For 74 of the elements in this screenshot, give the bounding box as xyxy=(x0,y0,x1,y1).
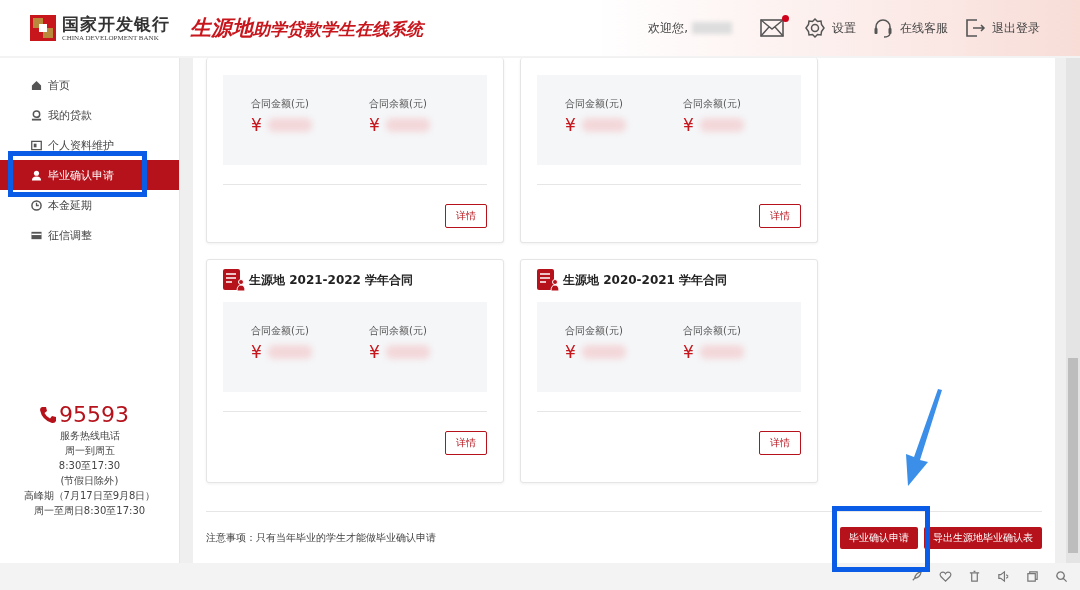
balance-label: 合同余额(元) xyxy=(683,324,742,338)
detail-button[interactable]: 详情 xyxy=(445,431,487,455)
detail-button[interactable]: 详情 xyxy=(759,204,801,228)
trash-icon[interactable] xyxy=(968,570,981,583)
hotline-info: 服务热线电话 xyxy=(59,430,120,442)
clock-icon xyxy=(31,199,42,211)
home-icon xyxy=(31,79,42,91)
heart-icon[interactable] xyxy=(939,570,952,583)
hotline-info: 8:30至17:30 xyxy=(58,460,121,472)
contract-icon xyxy=(537,269,561,291)
hotline-info: 周一到周五 xyxy=(64,445,115,457)
hotline-info: (节假日除外) xyxy=(60,475,119,487)
amount-label: 合同金额(元) xyxy=(251,97,310,111)
detail-button[interactable]: 详情 xyxy=(445,204,487,228)
balance-label: 合同余额(元) xyxy=(683,97,742,111)
amount-label: 合同金额(元) xyxy=(565,97,624,111)
contract-title: 生源地 2020-2021 学年合同 xyxy=(563,271,728,289)
header-link[interactable]: 在线客服 xyxy=(872,17,948,39)
blurred-amount xyxy=(385,345,430,359)
card-icon xyxy=(31,229,42,241)
balance-label: 合同余额(元) xyxy=(369,97,428,111)
currency-sign: ¥ xyxy=(369,115,380,135)
sidebar-item[interactable]: 我的贷款 xyxy=(0,100,179,130)
blurred-amount xyxy=(699,345,744,359)
notice-text: 注意事项：只有当年毕业的学生才能做毕业确认申请 xyxy=(206,531,436,545)
copy-icon[interactable] xyxy=(1026,570,1039,583)
amount-label: 合同金额(元) xyxy=(251,324,310,338)
sidebar-item[interactable]: 征信调整 xyxy=(0,220,179,250)
bank-logo-icon xyxy=(30,15,56,41)
hotline-number: 95593 xyxy=(59,402,129,427)
currency-sign: ¥ xyxy=(565,342,576,362)
sidebar-item[interactable]: 首页 xyxy=(0,70,179,100)
sidebar-item[interactable]: 个人资料维护 xyxy=(0,130,179,160)
blurred-amount xyxy=(699,118,744,132)
sidebar-item[interactable]: 本金延期 xyxy=(0,190,179,220)
speaker-icon[interactable] xyxy=(997,570,1010,583)
detail-button[interactable]: 详情 xyxy=(759,431,801,455)
header-link[interactable]: 设置 xyxy=(804,17,856,39)
scrollbar[interactable] xyxy=(1066,58,1080,563)
blurred-amount xyxy=(267,345,312,359)
amount-label: 合同金额(元) xyxy=(565,324,624,338)
currency-sign: ¥ xyxy=(251,342,262,362)
currency-sign: ¥ xyxy=(369,342,380,362)
currency-sign: ¥ xyxy=(565,115,576,135)
contract-title: 生源地 2021-2022 学年合同 xyxy=(249,271,414,289)
settings-icon xyxy=(804,17,826,39)
currency-sign: ¥ xyxy=(251,115,262,135)
hotline-info: 高峰期（7月17日至9月8日） xyxy=(23,490,156,502)
bank-name: 国家开发银行 xyxy=(62,13,170,34)
blurred-amount xyxy=(267,118,312,132)
welcome-text: 欢迎您, xyxy=(648,19,688,37)
coin-icon xyxy=(31,109,42,121)
sidebar-item[interactable]: 毕业确认申请 xyxy=(0,160,179,190)
hotline-info: 周一至周日8:30至17:30 xyxy=(33,505,146,517)
system-title-lead: 生源地 xyxy=(190,15,253,42)
id-card-icon xyxy=(31,139,42,151)
balance-label: 合同余额(元) xyxy=(369,324,428,338)
phone-icon xyxy=(38,404,58,425)
person-icon xyxy=(31,169,42,181)
contract-icon xyxy=(223,269,247,291)
currency-sign: ¥ xyxy=(683,342,694,362)
blurred-amount xyxy=(581,118,626,132)
action-button[interactable]: 毕业确认申请 xyxy=(840,527,918,549)
action-button[interactable]: 导出生源地毕业确认表 xyxy=(924,527,1042,549)
header-link[interactable]: 退出登录 xyxy=(964,17,1040,39)
blurred-username xyxy=(692,22,732,34)
headset-icon xyxy=(872,17,894,39)
mail-icon[interactable] xyxy=(760,19,784,37)
blurred-amount xyxy=(385,118,430,132)
search-icon[interactable] xyxy=(1055,570,1068,583)
currency-sign: ¥ xyxy=(683,115,694,135)
logout-icon xyxy=(964,17,986,39)
blurred-amount xyxy=(581,345,626,359)
system-title: 助学贷款学生在线系统 xyxy=(253,19,423,41)
